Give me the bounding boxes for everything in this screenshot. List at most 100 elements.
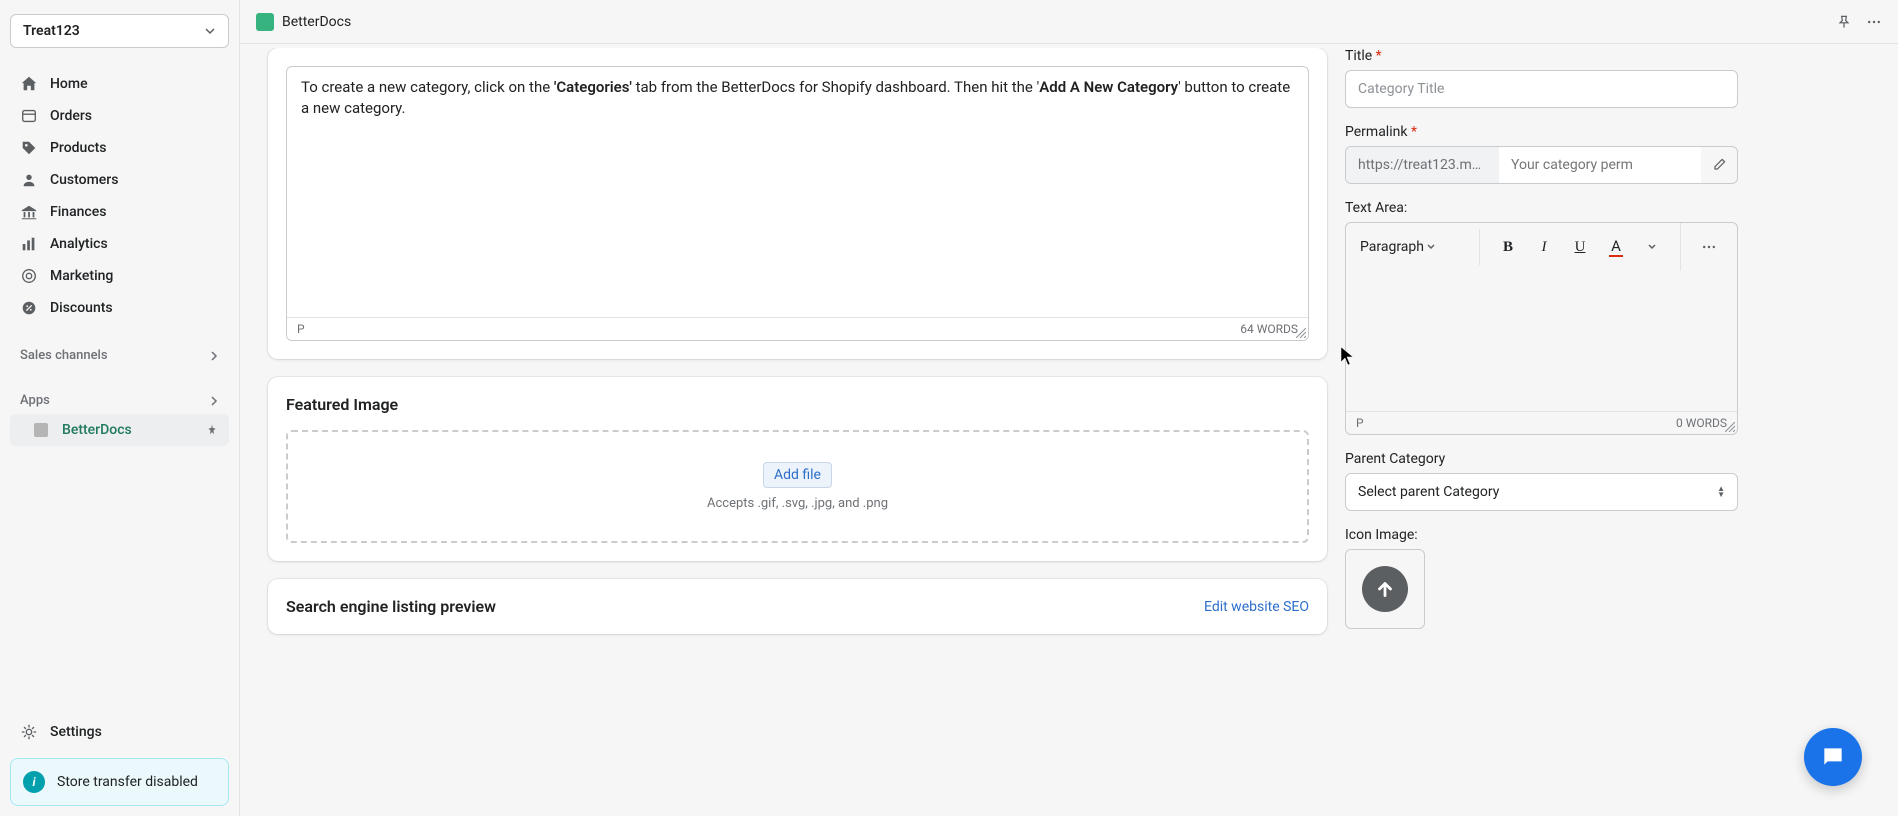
required-asterisk: * [1411, 124, 1417, 140]
rte-footer: P 0 WORDS [1346, 411, 1737, 434]
sidebar-item-finances[interactable]: Finances [10, 196, 229, 228]
editor-wordcount: 64 WORDS [1240, 322, 1298, 336]
section-label: Sales channels [20, 348, 108, 363]
pin-icon[interactable] [1836, 14, 1852, 30]
alert-text: Store transfer disabled [57, 774, 198, 790]
italic-button[interactable]: I [1530, 233, 1558, 261]
left-column: To create a new category, click on the '… [240, 48, 1345, 816]
sidebar-item-label: Orders [50, 108, 92, 124]
resize-handle-icon[interactable] [1725, 422, 1735, 432]
app-tab[interactable]: BetterDocs [256, 13, 351, 31]
sidebar-item-orders[interactable]: Orders [10, 100, 229, 132]
description-editor[interactable]: To create a new category, click on the '… [286, 66, 1309, 341]
required-asterisk: * [1376, 48, 1382, 64]
pin-icon[interactable] [205, 423, 219, 437]
bold-button[interactable]: B [1494, 233, 1522, 261]
parent-category-select[interactable]: Select parent Category ▲▼ [1345, 473, 1738, 511]
sidebar-item-label: Home [50, 76, 88, 92]
info-icon: i [23, 771, 45, 793]
permalink-prefix: https://treat123.myshopify.... [1346, 147, 1499, 183]
title-input[interactable] [1345, 70, 1738, 108]
permalink-field: Permalink * https://treat123.myshopify..… [1345, 124, 1738, 184]
sidebar-item-settings[interactable]: Settings [10, 716, 229, 748]
editor-bold: Add A New Category [1039, 78, 1178, 96]
paragraph-select[interactable]: Paragraph [1360, 239, 1436, 255]
resize-handle-icon[interactable] [1296, 328, 1306, 338]
icon-image-field: Icon Image: [1345, 527, 1738, 629]
label-text: Permalink [1345, 124, 1407, 140]
upload-arrow-icon [1362, 566, 1408, 612]
store-selector[interactable]: Treat123 [10, 14, 229, 48]
target-icon [20, 267, 38, 285]
card-title: Search engine listing preview [286, 597, 496, 616]
top-bar: BetterDocs [240, 0, 1898, 44]
chevron-down-icon [1426, 242, 1436, 252]
upload-dropzone[interactable]: Add file Accepts .gif, .svg, .jpg, and .… [286, 430, 1309, 543]
more-icon[interactable] [1866, 14, 1882, 30]
upload-hint: Accepts .gif, .svg, .jpg, and .png [318, 496, 1277, 511]
more-button[interactable] [1695, 233, 1723, 261]
editor-footer: P 64 WORDS [287, 317, 1308, 340]
icon-upload-button[interactable] [1345, 549, 1425, 629]
editor-text: tab from the BetterDocs for Shopify dash… [632, 78, 1039, 96]
user-icon [20, 171, 38, 189]
rte-toolbar: Paragraph B I U A [1345, 222, 1738, 271]
sidebar-section-apps[interactable]: Apps [10, 387, 229, 414]
home-icon [20, 75, 38, 93]
edit-seo-link[interactable]: Edit website SEO [1204, 599, 1309, 615]
sidebar-item-label: Marketing [50, 268, 113, 284]
parent-category-field: Parent Category Select parent Category ▲… [1345, 451, 1738, 511]
store-transfer-alert[interactable]: i Store transfer disabled [10, 758, 229, 806]
chevron-down-icon[interactable] [1638, 233, 1666, 261]
editor-bold: 'Categories' [554, 78, 632, 96]
title-field: Title * [1345, 48, 1738, 108]
editor-path: P [297, 322, 305, 336]
field-label: Title * [1345, 48, 1738, 64]
select-arrows-icon: ▲▼ [1717, 486, 1725, 498]
field-label: Parent Category [1345, 451, 1738, 467]
chevron-right-icon [209, 351, 219, 361]
main: BetterDocs To create a new category, cli… [240, 0, 1898, 816]
underline-button[interactable]: U [1566, 233, 1594, 261]
sidebar-item-label: Settings [50, 724, 102, 740]
rte-path: P [1356, 416, 1364, 430]
tag-icon [20, 139, 38, 157]
app-name: BetterDocs [282, 14, 351, 30]
rte-area[interactable] [1346, 271, 1737, 411]
label-text: Title [1345, 48, 1372, 64]
field-label: Permalink * [1345, 124, 1738, 140]
right-column: Title * Permalink * https://treat123.mys… [1345, 48, 1760, 816]
rte-wordcount: 0 WORDS [1676, 416, 1727, 430]
editor-text: To create a new category, click on the [301, 78, 554, 96]
featured-image-card: Featured Image Add file Accepts .gif, .s… [268, 377, 1327, 561]
field-label: Text Area: [1345, 200, 1738, 216]
sidebar-item-discounts[interactable]: Discounts [10, 292, 229, 324]
description-card: To create a new category, click on the '… [268, 48, 1327, 359]
permalink-input[interactable] [1499, 147, 1701, 183]
text-color-button[interactable]: A [1602, 233, 1630, 261]
sidebar-item-analytics[interactable]: Analytics [10, 228, 229, 260]
rte-editor[interactable]: P 0 WORDS [1345, 271, 1738, 435]
sidebar-item-label: BetterDocs [62, 422, 132, 438]
orders-icon [20, 107, 38, 125]
sidebar-item-label: Discounts [50, 300, 113, 316]
chat-icon [1820, 744, 1846, 770]
gear-icon [20, 723, 38, 741]
bank-icon [20, 203, 38, 221]
sidebar-item-marketing[interactable]: Marketing [10, 260, 229, 292]
chat-fab[interactable] [1804, 728, 1862, 786]
sidebar-section-sales-channels[interactable]: Sales channels [10, 342, 229, 369]
sidebar-item-home[interactable]: Home [10, 68, 229, 100]
editor-content[interactable]: To create a new category, click on the '… [287, 67, 1308, 317]
add-file-button[interactable]: Add file [763, 462, 832, 488]
sidebar-item-customers[interactable]: Customers [10, 164, 229, 196]
edit-icon[interactable] [1701, 147, 1737, 183]
seo-card: Search engine listing preview Edit websi… [268, 579, 1327, 634]
sidebar-item-products[interactable]: Products [10, 132, 229, 164]
sidebar-item-label: Customers [50, 172, 118, 188]
select-value: Select parent Category [1358, 484, 1499, 500]
permalink-group: https://treat123.myshopify.... [1345, 146, 1738, 184]
textarea-field: Text Area: Paragraph B I U A [1345, 200, 1738, 435]
sidebar-item-betterdocs[interactable]: BetterDocs [10, 414, 229, 446]
sidebar-item-label: Analytics [50, 236, 108, 252]
